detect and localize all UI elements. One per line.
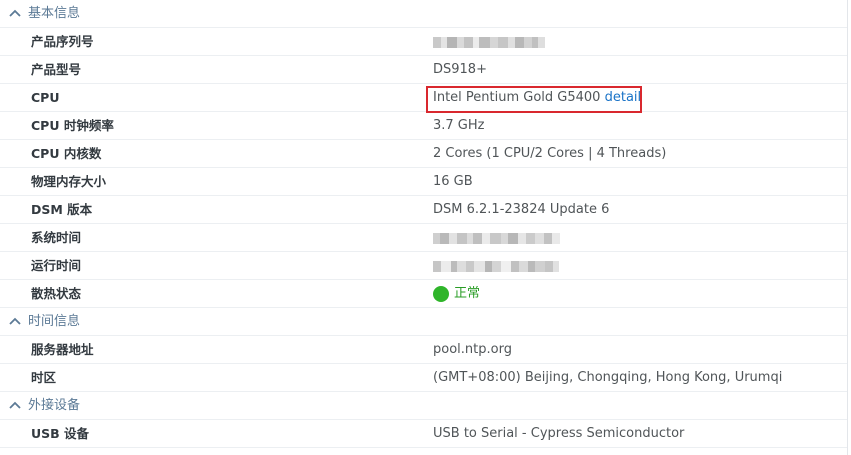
section-title-external-devices: 外接设备 <box>28 398 81 413</box>
chevron-up-icon[interactable] <box>8 399 22 411</box>
status-ok-dot-icon <box>433 286 449 302</box>
section-header-basic-info[interactable]: 基本信息 <box>0 0 847 28</box>
label-memory: 物理内存大小 <box>31 174 107 189</box>
info-row-timezone: 时区 (GMT+08:00) Beijing, Chongqing, Hong … <box>0 364 847 392</box>
chevron-up-icon[interactable] <box>8 315 22 327</box>
value-model: DS918+ <box>433 62 487 77</box>
value-timezone: (GMT+08:00) Beijing, Chongqing, Hong Kon… <box>433 370 783 385</box>
info-row-system-time: 系统时间 <box>0 224 847 252</box>
info-panel: 基本信息 产品序列号 产品型号 DS918+ CPU Intel Pentium… <box>0 0 848 455</box>
value-dsm-version: DSM 6.2.1-23824 Update 6 <box>433 202 610 217</box>
section-header-external-devices[interactable]: 外接设备 <box>0 392 847 420</box>
value-usb-device: USB to Serial - Cypress Semiconductor <box>433 426 685 441</box>
info-row-model: 产品型号 DS918+ <box>0 56 847 84</box>
info-row-dsm-version: DSM 版本 DSM 6.2.1-23824 Update 6 <box>0 196 847 224</box>
label-cpu: CPU <box>31 90 60 105</box>
serial-value-redacted <box>433 37 545 48</box>
label-ntp-server: 服务器地址 <box>31 342 94 357</box>
label-thermal-status: 散热状态 <box>31 286 82 301</box>
label-model: 产品型号 <box>31 62 82 77</box>
chevron-up-icon[interactable] <box>8 7 22 19</box>
section-title-basic-info: 基本信息 <box>28 6 81 21</box>
value-cpu: Intel Pentium Gold G5400 detail <box>433 90 641 106</box>
info-row-serial: 产品序列号 <box>0 28 847 56</box>
label-usb-device: USB 设备 <box>31 426 90 441</box>
label-uptime: 运行时间 <box>31 258 82 273</box>
info-row-usb-device: USB 设备 USB to Serial - Cypress Semicondu… <box>0 420 847 448</box>
label-timezone: 时区 <box>31 370 57 385</box>
label-cpu-clock: CPU 时钟频率 <box>31 118 114 133</box>
section-header-time-info[interactable]: 时间信息 <box>0 308 847 336</box>
value-memory: 16 GB <box>433 174 473 189</box>
uptime-value-redacted <box>433 261 559 272</box>
info-row-thermal-status: 散热状态 正常 <box>0 280 847 308</box>
info-row-cpu: CPU Intel Pentium Gold G5400 detail <box>0 84 847 112</box>
thermal-status-text: 正常 <box>454 286 481 301</box>
label-cpu-cores: CPU 内核数 <box>31 146 102 161</box>
value-cpu-clock: 3.7 GHz <box>433 118 485 133</box>
info-row-cpu-cores: CPU 内核数 2 Cores (1 CPU/2 Cores | 4 Threa… <box>0 140 847 168</box>
label-serial: 产品序列号 <box>31 34 94 49</box>
info-row-memory: 物理内存大小 16 GB <box>0 168 847 196</box>
info-row-uptime: 运行时间 <box>0 252 847 280</box>
cpu-model-text: Intel Pentium Gold G5400 <box>433 90 601 105</box>
value-ntp-server: pool.ntp.org <box>433 342 512 357</box>
value-cpu-cores: 2 Cores (1 CPU/2 Cores | 4 Threads) <box>433 146 667 161</box>
info-row-ntp-server: 服务器地址 pool.ntp.org <box>0 336 847 364</box>
label-dsm-version: DSM 版本 <box>31 202 93 217</box>
value-thermal-status: 正常 <box>433 286 480 302</box>
label-system-time: 系统时间 <box>31 230 82 245</box>
info-row-cpu-clock: CPU 时钟频率 3.7 GHz <box>0 112 847 140</box>
section-title-time-info: 时间信息 <box>28 314 81 329</box>
cpu-detail-link[interactable]: detail <box>605 90 642 105</box>
system-time-value-redacted <box>433 233 560 244</box>
